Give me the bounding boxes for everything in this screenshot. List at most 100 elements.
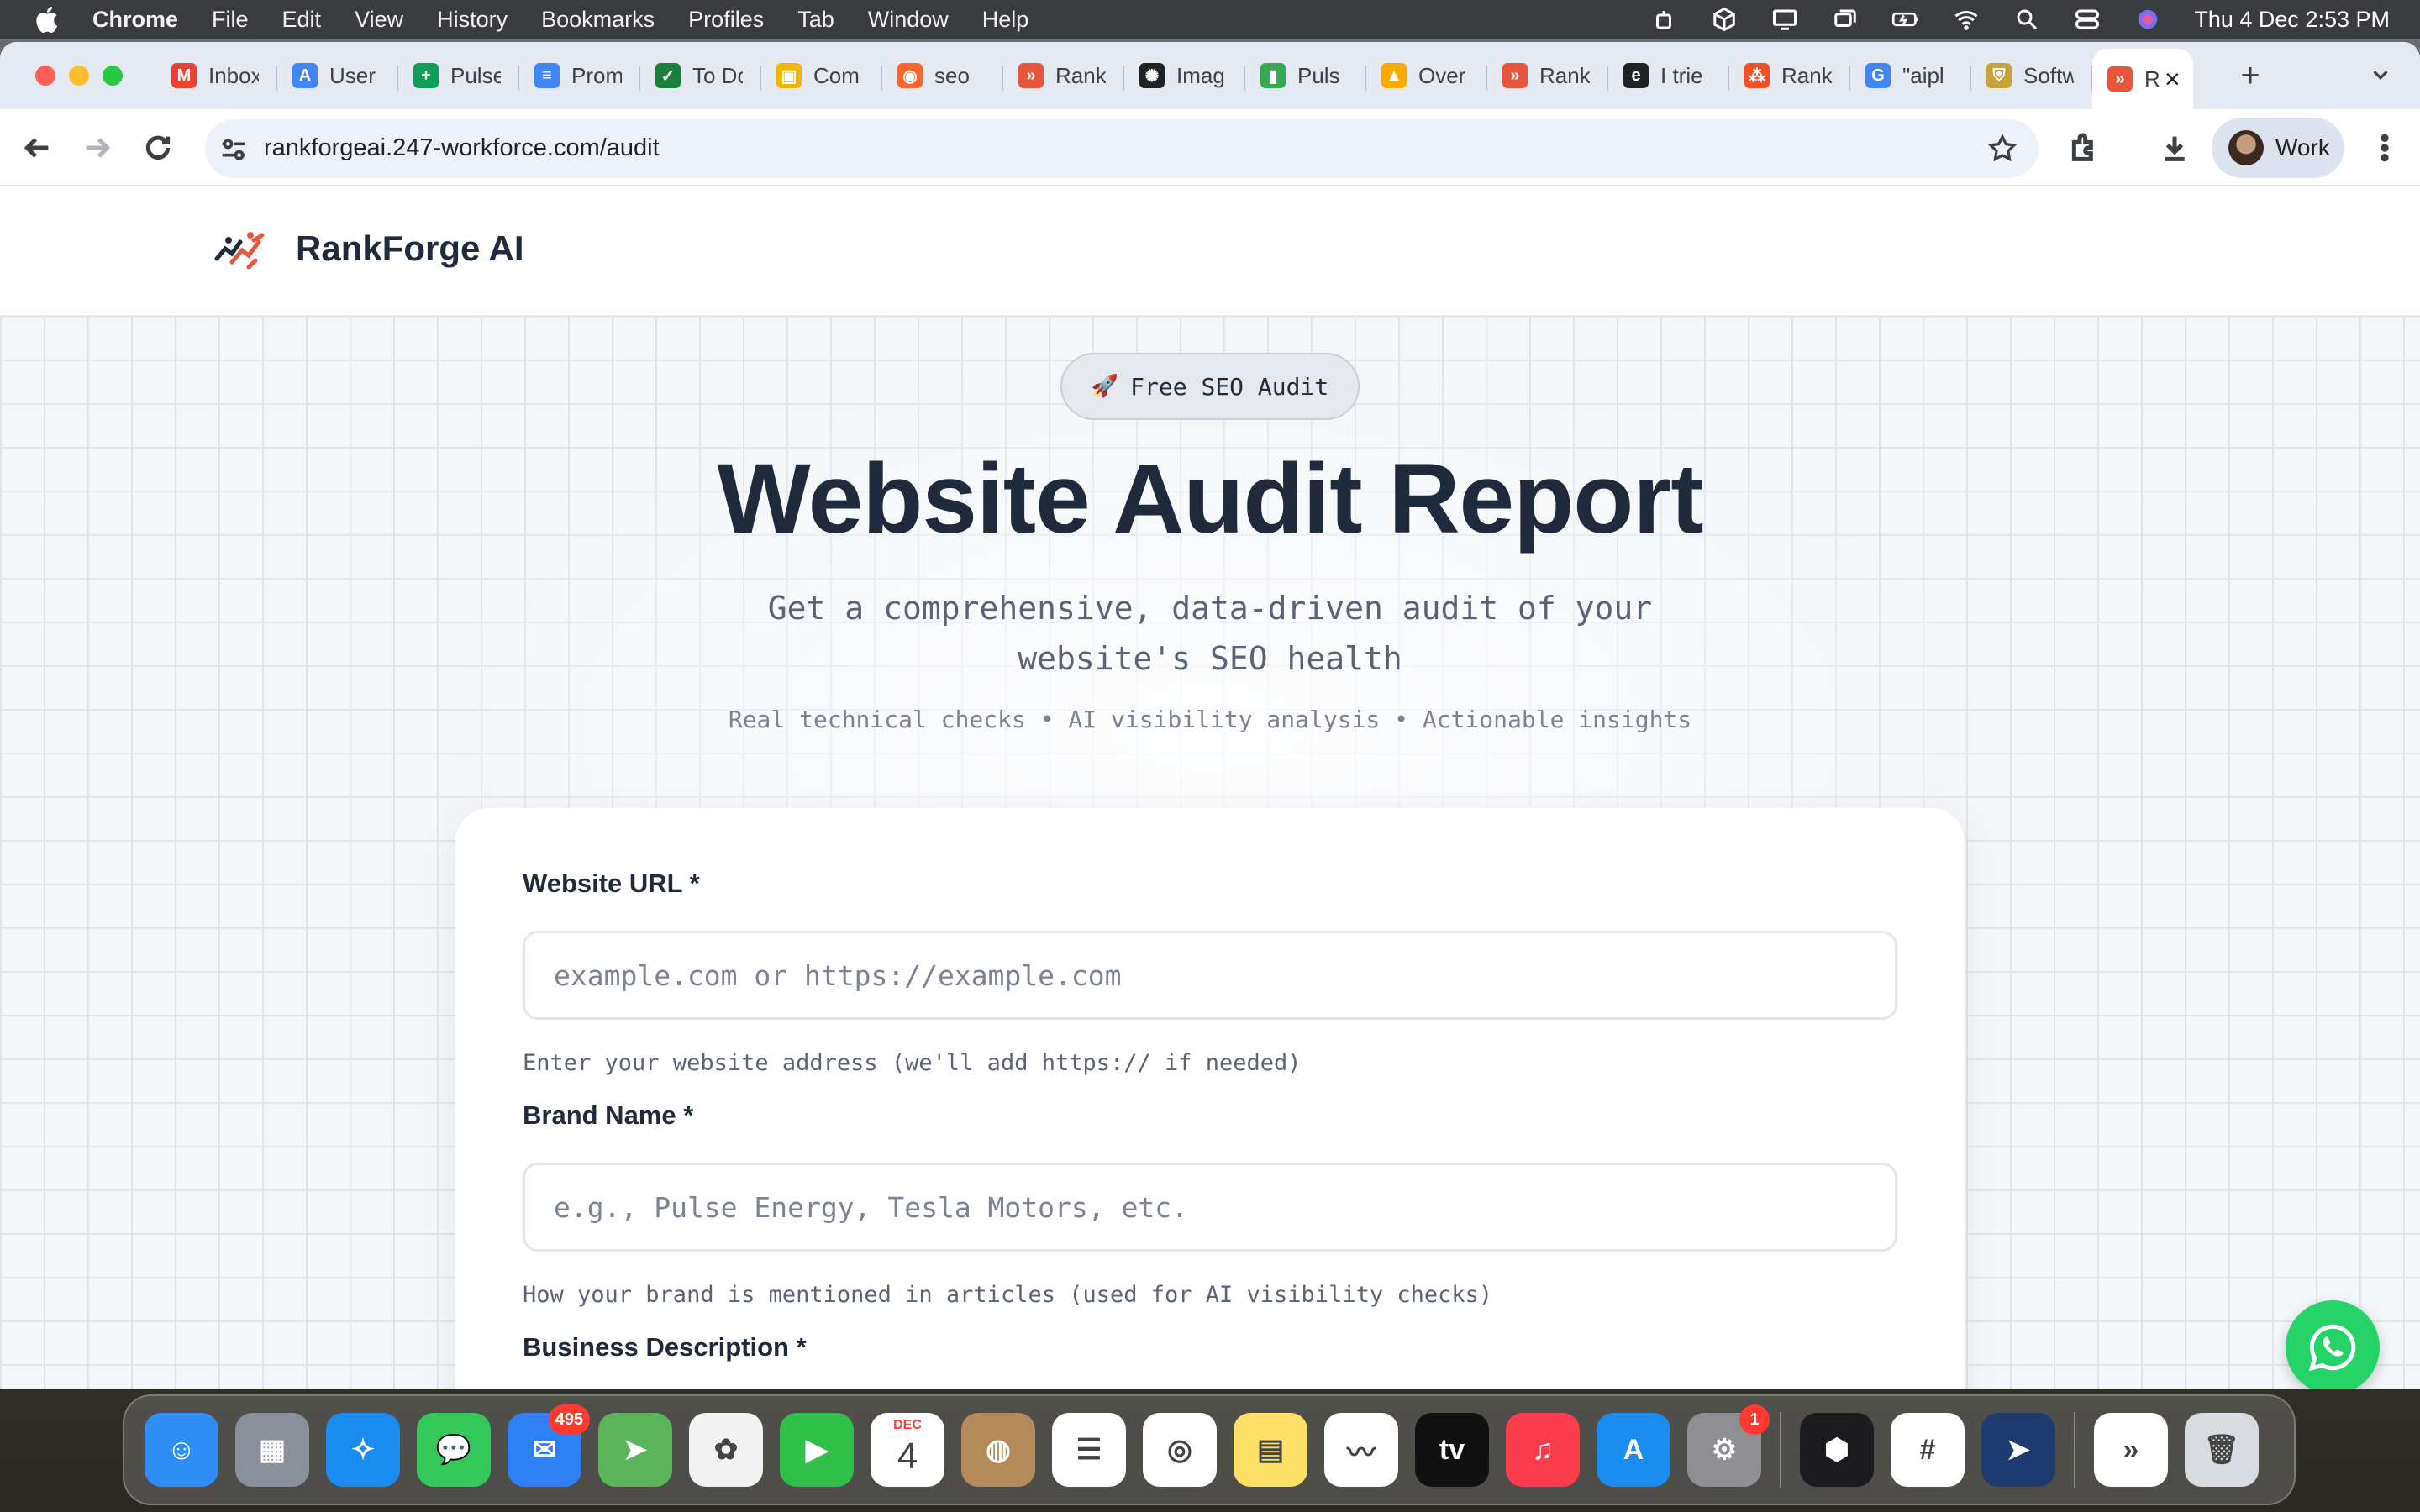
browser-tab[interactable]: M Inbox — [156, 49, 277, 102]
window-maximize-button[interactable] — [103, 66, 123, 86]
reminders-dock-icon[interactable]: ☰ — [1052, 1413, 1126, 1487]
browser-tab[interactable]: ◉ seo — [882, 49, 1003, 102]
extensions-button[interactable] — [2067, 131, 2101, 165]
menu-tab[interactable]: Tab — [797, 7, 834, 33]
notification-badge: 495 — [548, 1404, 590, 1435]
calendar-dock-icon[interactable]: 4 DEC — [871, 1413, 944, 1487]
chrome-dock-icon[interactable]: ◎ — [1143, 1413, 1217, 1487]
close-tab-icon[interactable]: × — [2165, 64, 2181, 95]
display-icon[interactable] — [1770, 7, 1799, 32]
mail-dock-icon[interactable]: ✉ 495 — [508, 1404, 590, 1487]
battery-icon[interactable] — [1891, 7, 1920, 32]
trash-dock-icon[interactable]: 🗑 — [2185, 1413, 2259, 1487]
window-minimize-button[interactable] — [69, 66, 89, 86]
browser-tab[interactable]: ⁂ Rank — [1729, 49, 1850, 102]
menu-file[interactable]: File — [212, 7, 249, 33]
menu-bookmarks[interactable]: Bookmarks — [541, 7, 655, 33]
address-bar[interactable]: rankforgeai.247-workforce.com/audit — [205, 119, 2039, 178]
direct-mail-dock-icon[interactable]: ➤ — [1981, 1413, 2055, 1487]
browser-tab[interactable]: A User — [277, 49, 398, 102]
browser-tab[interactable]: ▣ Com — [761, 49, 882, 102]
browser-tab[interactable]: ≡ Prom — [519, 49, 640, 102]
apple-tv-dock-icon[interactable]: tv — [1415, 1413, 1489, 1487]
browser-tab[interactable]: ✺ Imag — [1124, 49, 1245, 102]
finder-glyph: ☺ — [166, 1433, 197, 1466]
tab-title: Imag — [1176, 62, 1225, 88]
safari-dock-icon[interactable]: ✧ — [326, 1413, 400, 1487]
back-button[interactable] — [20, 131, 54, 165]
box-status-icon[interactable] — [1710, 7, 1739, 32]
website-url-input[interactable] — [523, 931, 1897, 1020]
photos-dock-icon[interactable]: ✿ — [689, 1413, 763, 1487]
menu-edit[interactable]: Edit — [282, 7, 322, 33]
business-description-label: Business Description * — [523, 1332, 807, 1362]
browser-tab[interactable]: + Pulse — [398, 49, 519, 102]
contacts-dock-icon[interactable]: ◍ — [961, 1413, 1035, 1487]
menu-profiles[interactable]: Profiles — [688, 7, 764, 33]
window-close-button[interactable] — [35, 66, 55, 86]
app-store-glyph: A — [1623, 1433, 1644, 1466]
cube-app-dock-icon[interactable]: ⬢ — [1800, 1413, 1874, 1487]
control-center-icon[interactable] — [2073, 7, 2102, 32]
menu-history[interactable]: History — [437, 7, 508, 33]
site-brand-name[interactable]: RankForge AI — [296, 228, 523, 269]
tab-title: I trie — [1660, 62, 1703, 88]
apple-menu-icon[interactable] — [34, 5, 59, 34]
apple-tv-glyph: tv — [1439, 1433, 1465, 1466]
slack-dock-icon[interactable]: # — [1891, 1413, 1965, 1487]
menu-help[interactable]: Help — [982, 7, 1029, 33]
messages-dock-icon[interactable]: 💬 — [417, 1413, 491, 1487]
brand-name-input[interactable] — [523, 1163, 1897, 1252]
address-url[interactable]: rankforgeai.247-workforce.com/audit — [264, 134, 660, 162]
notes-dock-icon[interactable]: ▤ — [1234, 1413, 1307, 1487]
app-store-dock-icon[interactable]: A — [1597, 1413, 1670, 1487]
browser-tab[interactable]: e I trie — [1608, 49, 1729, 102]
menu-window[interactable]: Window — [868, 7, 949, 33]
launchpad-dock-icon[interactable]: ▦ — [235, 1413, 309, 1487]
forward-button[interactable] — [81, 131, 114, 165]
profile-avatar — [2228, 130, 2264, 165]
browser-tab[interactable]: ▮ Puls — [1245, 49, 1366, 102]
downloads-button[interactable] — [2158, 131, 2191, 165]
siri-icon[interactable] — [2133, 7, 2162, 32]
reload-button[interactable] — [141, 131, 175, 165]
profile-button[interactable]: Work — [2212, 118, 2344, 178]
rocket-icon: 🚀 — [1091, 374, 1119, 399]
tab-search-chevron-icon[interactable] — [2368, 62, 2393, 87]
maps-glyph: ➤ — [623, 1434, 648, 1466]
screen-mirroring-icon[interactable] — [1831, 7, 1860, 32]
browser-tab[interactable]: ▲ Over — [1366, 49, 1487, 102]
page-tagline: Real technical checks • AI visibility an… — [728, 706, 1692, 733]
browser-tab[interactable]: ⛨ Softw — [1971, 49, 2092, 102]
active-browser-tab[interactable]: » R × — [2092, 49, 2193, 109]
browser-menu-button[interactable] — [2368, 131, 2402, 165]
menu-view[interactable]: View — [355, 7, 403, 33]
whatsapp-chat-button[interactable] — [2286, 1300, 2380, 1389]
robot-status-icon[interactable] — [1649, 7, 1678, 32]
whatsapp-icon — [2308, 1324, 2356, 1372]
new-tab-button[interactable]: + — [2232, 57, 2269, 95]
browser-tab[interactable]: » Rank — [1487, 49, 1608, 102]
site-info-icon[interactable] — [217, 133, 250, 166]
system-settings-dock-icon[interactable]: ⚙ 1 — [1687, 1404, 1770, 1487]
browser-tab[interactable]: ✓ To Do — [640, 49, 761, 102]
music-dock-icon[interactable]: ♫ — [1506, 1413, 1580, 1487]
rankforge-doc-dock-icon[interactable]: » — [2094, 1413, 2168, 1487]
menu-clock[interactable]: Thu 4 Dec 2:53 PM — [2194, 7, 2390, 33]
freeform-dock-icon[interactable]: 〰 — [1324, 1413, 1398, 1487]
bookmark-star-icon[interactable] — [1986, 133, 2018, 165]
google-ads-icon: A — [292, 63, 318, 88]
maps-dock-icon[interactable]: ➤ — [598, 1413, 672, 1487]
browser-tab[interactable]: » Rank — [1003, 49, 1124, 102]
slack-glyph: # — [1919, 1433, 1936, 1466]
rankforge-logo-icon[interactable] — [207, 225, 269, 276]
facetime-dock-icon[interactable]: ▶ — [780, 1413, 854, 1487]
website-url-help: Enter your website address (we'll add ht… — [523, 1050, 1302, 1076]
menu-app-name[interactable]: Chrome — [92, 7, 178, 33]
maps-icon: ▮ — [1260, 63, 1286, 88]
wifi-icon[interactable] — [1952, 7, 1981, 32]
spotlight-search-icon[interactable] — [2012, 7, 2041, 32]
finder-dock-icon[interactable]: ☺ — [145, 1413, 218, 1487]
browser-tab[interactable]: G "aipl — [1850, 49, 1971, 102]
page-subtitle: Get a comprehensive, data-driven audit o… — [767, 590, 1653, 677]
